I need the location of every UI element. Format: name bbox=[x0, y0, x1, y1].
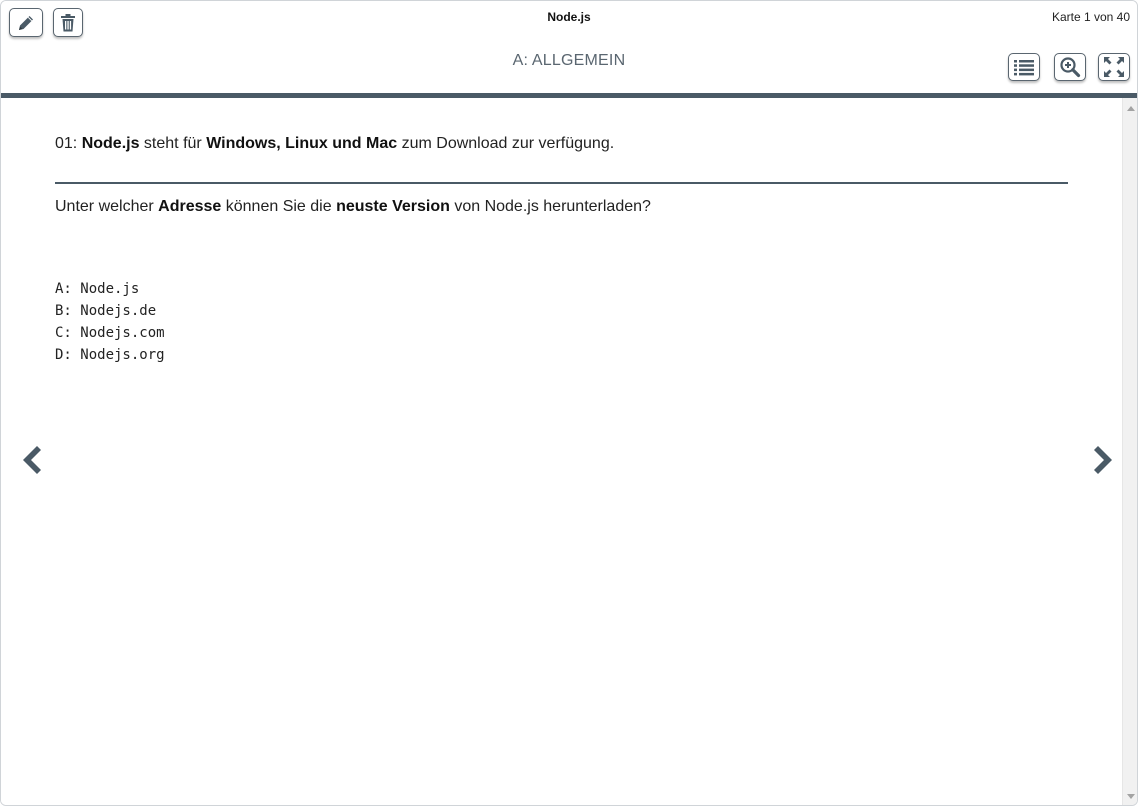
question-part: von Node.js herunterladen? bbox=[449, 198, 651, 215]
app-title: Node.js bbox=[547, 10, 591, 24]
next-card-button[interactable] bbox=[1091, 443, 1117, 477]
answer-list: A: Node.js B: Nodejs.de C: Nodejs.com D:… bbox=[55, 278, 165, 366]
card-statement: 01: Node.js steht für Windows, Linux und… bbox=[55, 135, 614, 153]
answer-option-b: B: Nodejs.de bbox=[55, 303, 157, 319]
answer-option-c: C: Nodejs.com bbox=[55, 325, 165, 341]
scroll-down-button[interactable] bbox=[1123, 789, 1137, 804]
fullscreen-button[interactable] bbox=[1098, 53, 1130, 81]
statement-platforms: Windows, Linux und Mac bbox=[206, 135, 398, 152]
statement-suffix: zum Download zur verfügung. bbox=[397, 135, 615, 152]
zoom-button[interactable] bbox=[1054, 53, 1086, 81]
fullscreen-icon bbox=[1104, 57, 1124, 77]
card-question: Unter welcher Adresse können Sie die neu… bbox=[55, 198, 651, 216]
scroll-down-icon bbox=[1126, 793, 1135, 799]
question-bold: Adresse bbox=[158, 198, 222, 215]
content-divider bbox=[55, 182, 1068, 184]
scroll-up-icon bbox=[1126, 105, 1135, 111]
statement-prefix: 01: bbox=[55, 135, 82, 152]
zoom-in-icon bbox=[1060, 57, 1081, 78]
list-button[interactable] bbox=[1008, 53, 1040, 81]
statement-term: Node.js bbox=[81, 135, 140, 152]
list-icon bbox=[1014, 60, 1034, 76]
category-title: A: ALLGEMEIN bbox=[512, 52, 626, 69]
question-part: können Sie die bbox=[221, 198, 337, 215]
question-bold: neuste Version bbox=[336, 198, 450, 215]
vertical-scrollbar[interactable] bbox=[1122, 98, 1137, 805]
question-part: Unter welcher bbox=[55, 198, 159, 215]
scroll-up-button[interactable] bbox=[1123, 100, 1137, 115]
statement-mid: steht für bbox=[139, 135, 207, 152]
answer-option-d: D: Nodejs.org bbox=[55, 347, 165, 363]
previous-card-button[interactable] bbox=[18, 443, 44, 477]
card-content: 01: Node.js steht für Windows, Linux und… bbox=[1, 98, 1122, 805]
answer-option-a: A: Node.js bbox=[55, 281, 140, 297]
chevron-right-icon bbox=[1094, 446, 1112, 474]
card-counter: Karte 1 von 40 bbox=[1051, 10, 1130, 24]
header: Node.js Karte 1 von 40 A: ALLGEMEIN bbox=[1, 1, 1137, 94]
chevron-left-icon bbox=[23, 446, 41, 474]
app-window: Node.js Karte 1 von 40 A: ALLGEMEIN 01: … bbox=[0, 0, 1138, 806]
